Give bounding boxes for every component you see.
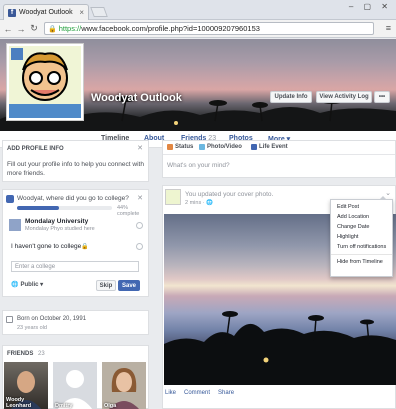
life-event-tab[interactable]: Life Event xyxy=(251,144,288,150)
no-college-label: I haven't gone to college xyxy=(11,243,82,250)
menu-divider xyxy=(331,254,392,255)
college-question: Woodyat, where did you go to college? xyxy=(17,195,129,202)
profile-info-card: ADD PROFILE INFO ✕ Fill out your profile… xyxy=(2,140,149,182)
no-college-option[interactable]: I haven't gone to college 🔒 xyxy=(9,242,143,252)
friends-heading-count: 23 xyxy=(38,351,45,357)
woody-avatar-illustration xyxy=(9,46,81,118)
save-button[interactable]: Save xyxy=(118,280,140,291)
update-info-button[interactable]: Update Info xyxy=(270,91,312,103)
menu-item-add-location[interactable]: Add Location xyxy=(331,212,392,222)
forward-arrow-icon[interactable]: → xyxy=(16,24,26,34)
address-bar[interactable]: 🔒 https:// www.facebook.com/profile.php?… xyxy=(44,22,374,35)
browser-tab-bar: f Woodyat Outlook × – ▢ ✕ xyxy=(0,0,396,20)
view-activity-log-button[interactable]: View Activity Log xyxy=(316,91,372,103)
college-input[interactable]: Enter a college xyxy=(11,261,139,272)
privacy-selector[interactable]: 🌐 Public ▾ xyxy=(11,281,43,288)
menu-item-edit-post[interactable]: Edit Post xyxy=(331,202,392,212)
friends-card: FRIENDS 23 Woody Leonhard Dmitry Olga xyxy=(2,345,149,409)
profile-info-heading: ADD PROFILE INFO xyxy=(7,146,64,152)
more-options-button[interactable]: ••• xyxy=(374,91,390,103)
post-time-text: 2 mins · xyxy=(185,200,207,206)
photo-video-tab[interactable]: Photo/Video xyxy=(199,144,242,150)
comment-link[interactable]: Comment xyxy=(184,390,210,396)
birth-date: Born on October 20, 1991 xyxy=(17,316,87,322)
pencil-icon xyxy=(167,144,173,150)
menu-item-hide-from-timeline[interactable]: Hide from Timeline xyxy=(331,257,392,267)
url-protocol: https:// xyxy=(58,24,82,33)
profile-info-text: Fill out your profile info to help you c… xyxy=(7,161,144,177)
window-controls[interactable]: – ▢ ✕ xyxy=(349,2,392,11)
friend-name: Olga xyxy=(104,403,117,409)
menu-item-highlight[interactable]: Highlight xyxy=(331,232,392,242)
friend-name: Dmitry xyxy=(55,403,73,409)
college-name: Mondalay University xyxy=(25,218,89,225)
post-actions: Like Comment Share xyxy=(165,390,234,396)
profile-progress-fill xyxy=(17,206,59,210)
friend-name: Woody Leonhard xyxy=(6,397,32,409)
camera-icon xyxy=(199,144,205,150)
share-link[interactable]: Share xyxy=(218,390,234,396)
status-tab[interactable]: Status xyxy=(167,144,193,150)
back-arrow-icon[interactable]: ← xyxy=(3,24,13,34)
education-icon xyxy=(6,195,14,203)
divider xyxy=(163,154,395,155)
college-question-card: Woodyat, where did you go to college? ✕ … xyxy=(2,189,149,297)
menu-caret xyxy=(379,196,387,200)
born-card: Born on October 20, 1991 23 years old xyxy=(2,310,149,335)
friend-tile[interactable]: Dmitry xyxy=(53,362,97,409)
globe-icon: 🌐 xyxy=(11,282,19,288)
privacy-label: Public ▾ xyxy=(20,282,44,288)
flag-icon xyxy=(251,144,257,150)
college-option[interactable]: Mondalay University Mondalay Phyo studie… xyxy=(9,217,143,235)
facebook-favicon-icon: f xyxy=(8,8,16,17)
lock-icon: 🔒 xyxy=(81,244,89,250)
calendar-icon xyxy=(6,316,13,323)
profile-picture[interactable] xyxy=(6,43,84,121)
life-event-tab-label: Life Event xyxy=(259,144,288,150)
friends-heading-label: FRIENDS xyxy=(7,351,34,357)
photo-video-tab-label: Photo/Video xyxy=(207,144,242,150)
friend-photo xyxy=(109,368,139,409)
new-tab-button[interactable] xyxy=(90,7,108,17)
status-input[interactable]: What's on your mind? xyxy=(167,162,230,169)
default-avatar-icon xyxy=(57,370,93,409)
close-icon[interactable]: ✕ xyxy=(137,144,143,152)
age-text: 23 years old xyxy=(17,325,47,331)
profile-name[interactable]: Woodyat Outlook xyxy=(91,92,182,104)
college-sub: Mondalay Phyo studied here xyxy=(25,226,95,232)
post-time: 2 mins · 🌐 xyxy=(185,200,213,206)
post-options-menu: Edit Post Add Location Change Date Highl… xyxy=(330,196,393,277)
post-header: You updated your cover photo. xyxy=(185,191,274,198)
university-thumbnail-icon xyxy=(9,219,21,231)
friend-tile[interactable]: Olga xyxy=(102,362,146,409)
tab-close-icon[interactable]: × xyxy=(79,8,84,17)
progress-text: 44% complete xyxy=(117,205,140,217)
friends-heading[interactable]: FRIENDS 23 xyxy=(7,351,45,357)
skip-button[interactable]: Skip xyxy=(96,280,116,291)
post-avatar[interactable] xyxy=(165,189,181,205)
college-radio[interactable] xyxy=(136,222,143,229)
lock-icon: 🔒 xyxy=(48,25,57,33)
menu-item-turn-off-notifications[interactable]: Turn off notifications xyxy=(331,242,392,252)
browser-toolbar: ← → ↻ 🔒 https:// www.facebook.com/profil… xyxy=(0,20,396,38)
url-text: www.facebook.com/profile.php?id=10000920… xyxy=(81,24,260,33)
globe-icon: 🌐 xyxy=(206,200,213,206)
reload-icon[interactable]: ↻ xyxy=(29,23,39,34)
menu-item-change-date[interactable]: Change Date xyxy=(331,222,392,232)
like-link[interactable]: Like xyxy=(165,390,176,396)
profile-progress-bar xyxy=(17,206,112,210)
no-college-radio[interactable] xyxy=(136,243,143,250)
browser-tab[interactable]: f Woodyat Outlook × xyxy=(3,4,89,20)
friend-tile[interactable]: Woody Leonhard xyxy=(4,362,48,409)
browser-menu-icon[interactable]: ≡ xyxy=(386,23,391,33)
tab-title: Woodyat Outlook xyxy=(19,9,73,16)
status-tab-label: Status xyxy=(175,144,194,150)
close-icon[interactable]: ✕ xyxy=(137,194,143,202)
composer-card: Status Photo/Video Life Event What's on … xyxy=(162,140,396,178)
